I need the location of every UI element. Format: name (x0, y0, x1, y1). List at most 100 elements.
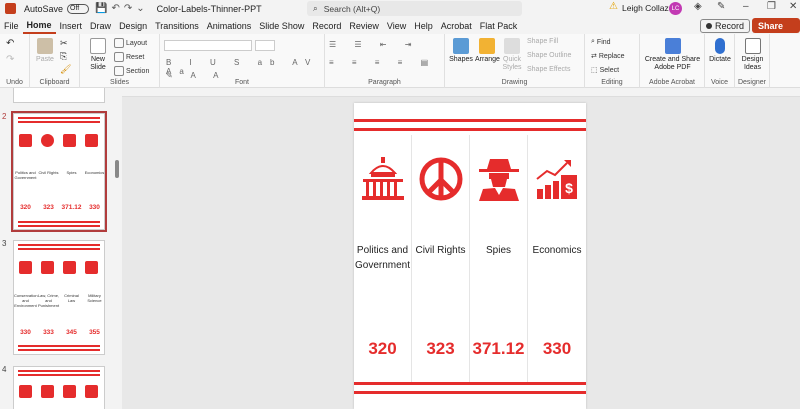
tab-record[interactable]: Record (308, 17, 345, 34)
svg-text:$: $ (565, 180, 573, 196)
list-icons[interactable]: ☰ ☰ ⇤ ⇥ (329, 40, 419, 49)
group-voice: Dictate Voice (705, 34, 735, 88)
paragraph-group-label: Paragraph (368, 79, 401, 86)
select-button[interactable]: ⬚ Select (591, 66, 620, 75)
economics-chart-icon: $ (536, 160, 577, 199)
cut-icon[interactable]: ✂ (60, 38, 68, 49)
slide-column: Civil Rights 323 (412, 135, 470, 385)
user-name[interactable]: Leigh Collazo (622, 3, 674, 13)
select-label: Select (599, 66, 620, 74)
new-slide-button[interactable]: New Slide (86, 38, 110, 72)
reset-icon (114, 52, 124, 62)
slide-thumbnail-1[interactable] (13, 88, 105, 103)
scales-icon (41, 261, 54, 274)
thumb-value: 345 (66, 329, 77, 336)
section-button[interactable]: Section (114, 66, 149, 76)
design-ideas-button[interactable]: Design Ideas (737, 38, 768, 72)
create-share-pdf-button[interactable]: Create and Share Adobe PDF (642, 38, 703, 72)
microphone-icon (715, 38, 725, 54)
align-icons[interactable]: ≡ ≡ ≡ ≡ ▤ (329, 58, 436, 67)
dictate-button[interactable]: Dictate (707, 38, 733, 64)
group-clipboard: Paste ✂ ⎘ 🖌 Clipboard (30, 34, 80, 88)
group-slides: New Slide Layout Reset Section Slides (80, 34, 160, 88)
shape-effects-button[interactable]: Shape Effects (527, 66, 570, 73)
autosave-label: AutoSave (24, 3, 64, 14)
bottom-rule-2 (354, 391, 586, 394)
thumb-rule (18, 221, 100, 223)
thumb-rule (18, 248, 100, 250)
restore-icon[interactable]: ❐ (767, 1, 776, 12)
arrange-button[interactable]: Arrange (475, 38, 500, 64)
thumb-label: Military Science (87, 293, 102, 303)
quick-access-icons[interactable]: 💾↶↷⌄ (95, 3, 149, 14)
search-icon: ⌕ (313, 3, 318, 13)
slide-thumbnail-2[interactable]: Politics and Government Civil Rights Spi… (11, 111, 107, 232)
shape-outline-button[interactable]: Shape Outline (527, 52, 571, 59)
slide-thumbnail-3[interactable]: Conservation and Environment Law, Crime,… (13, 240, 105, 355)
design-ideas-icon (744, 38, 761, 54)
replace-button[interactable]: ⇄ Replace (591, 52, 625, 61)
tab-animations[interactable]: Animations (203, 17, 256, 34)
slide-thumbnail-4[interactable] (13, 366, 105, 409)
column-value: 330 (542, 339, 572, 358)
thumb-rule (18, 345, 100, 347)
replace-icon: ⇄ (591, 53, 597, 60)
tab-file[interactable]: File (0, 17, 23, 34)
record-button[interactable]: Record (700, 19, 751, 33)
tab-draw[interactable]: Draw (86, 17, 115, 34)
tab-home[interactable]: Home (22, 17, 56, 34)
record-label: Record (715, 21, 745, 31)
reset-button[interactable]: Reset (114, 52, 144, 62)
redo-icon[interactable]: ↷ (6, 54, 14, 65)
format-painter-icon[interactable]: 🖌 (60, 64, 71, 75)
thumbnail-scrollbar[interactable] (115, 160, 119, 178)
current-slide[interactable]: Politics and Government 320 Civil Rights… (354, 103, 586, 409)
column-label: Civil Rights (415, 245, 466, 256)
tab-view[interactable]: View (383, 17, 410, 34)
column-label: Politics and Government (354, 245, 411, 271)
group-designer: Design Ideas Designer (735, 34, 770, 88)
diamond-icon[interactable]: ◈ (694, 1, 702, 12)
close-icon[interactable]: ✕ (789, 1, 797, 12)
font-name-select[interactable] (164, 40, 252, 51)
thumb-label: Spies (66, 170, 77, 175)
search-box[interactable]: ⌕ Search (Alt+Q) (307, 1, 522, 16)
layout-button[interactable]: Layout (114, 38, 147, 48)
layout-label: Layout (126, 39, 148, 47)
shapes-button[interactable]: Shapes (449, 38, 473, 64)
thumb-label: Politics and Government (14, 170, 37, 180)
autosave-toggle[interactable]: Off (67, 3, 90, 14)
tab-review[interactable]: Review (345, 17, 383, 34)
paste-button[interactable]: Paste (36, 38, 54, 64)
tab-acrobat[interactable]: Acrobat (437, 17, 476, 34)
avatar[interactable]: LC (669, 2, 682, 15)
share-button[interactable]: Share (752, 18, 800, 33)
quick-styles-button[interactable]: Quick Styles (501, 38, 523, 72)
tab-transitions[interactable]: Transitions (151, 17, 203, 34)
undo-icon[interactable]: ↶ (6, 38, 14, 49)
find-button[interactable]: ⌕ Find (591, 38, 611, 46)
thumb-rule (18, 244, 100, 246)
spy-icon (479, 159, 519, 201)
tab-slide-show[interactable]: Slide Show (255, 17, 308, 34)
cooking-icon (85, 385, 98, 398)
pen-icon[interactable]: ✎ (717, 1, 725, 12)
group-paragraph: ☰ ☰ ⇤ ⇥ ≡ ≡ ≡ ≡ ▤ Paragraph (325, 34, 445, 88)
tab-design[interactable]: Design (115, 17, 151, 34)
font-size-select[interactable] (255, 40, 275, 51)
create-share-label: Create and Share Adobe PDF (644, 56, 701, 71)
slide-column: $ Economics 330 (528, 135, 586, 385)
shape-fill-button[interactable]: Shape Fill (527, 38, 558, 45)
tab-help[interactable]: Help (410, 17, 437, 34)
adobe-group-label: Adobe Acrobat (649, 79, 695, 86)
peace-icon (41, 134, 54, 147)
horizontal-ruler (122, 88, 800, 97)
tab-insert[interactable]: Insert (56, 17, 87, 34)
tree-icon (19, 261, 32, 274)
tab-flat-pack[interactable]: Flat Pack (476, 17, 522, 34)
warning-icon[interactable]: ⚠ (609, 1, 618, 12)
ribbon: ↶ ↷ Undo Paste ✂ ⎘ 🖌 Clipboard New Slide… (0, 34, 800, 88)
minimize-icon[interactable]: – (743, 1, 749, 12)
copy-icon[interactable]: ⎘ (60, 51, 67, 62)
document-name[interactable]: Color-Labels-Thinner-PPT (157, 4, 262, 14)
